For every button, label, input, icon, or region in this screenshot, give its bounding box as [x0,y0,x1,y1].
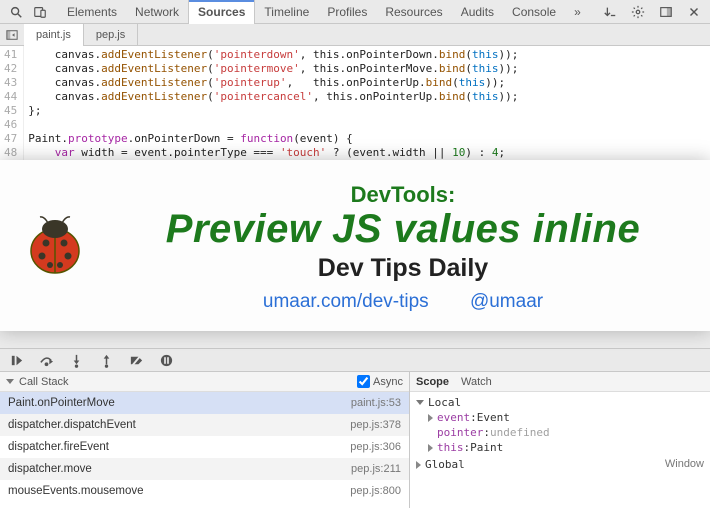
scope-tabs: Scope Watch [410,372,710,392]
chevron-right-icon [428,444,433,452]
dock-icon[interactable] [654,1,678,23]
chevron-down-icon [416,400,424,405]
stack-location: paint.js:53 [351,397,401,409]
stack-fn: dispatcher.fireEvent [8,441,109,453]
code-lines: canvas.addEventListener('pointerdown', t… [24,46,701,176]
file-tab-bar: paint.js pep.js [0,24,710,46]
promo-link-handle[interactable]: @umaar [470,291,543,312]
deactivate-breakpoints-icon[interactable] [124,349,148,371]
scope-body: Local event: Event pointer: undefined th… [410,392,710,475]
async-label: Async [373,376,403,388]
tab-timeline[interactable]: Timeline [255,0,318,24]
scope-global-value: Window [665,457,704,472]
stack-fn: dispatcher.dispatchEvent [8,419,136,431]
drawer-toggle-icon[interactable] [598,1,622,23]
tab-elements[interactable]: Elements [58,0,126,24]
tab-profiles[interactable]: Profiles [318,0,376,24]
chevron-down-icon [6,379,14,384]
scope-global-label: Global [425,457,465,472]
devtools-topbar: Elements Network Sources Timeline Profil… [0,0,710,24]
stack-location: pep.js:800 [350,485,401,497]
scope-prop-value: Event [477,410,510,425]
tab-resources[interactable]: Resources [376,0,451,24]
callstack-pane: Call Stack Async Paint.onPointerMove pai… [0,372,410,508]
step-into-icon[interactable] [64,349,88,371]
tab-watch[interactable]: Watch [461,376,492,388]
step-out-icon[interactable] [94,349,118,371]
main-tabs: Elements Network Sources Timeline Profil… [58,0,590,24]
promo-link-site[interactable]: umaar.com/dev-tips [263,291,429,312]
tab-overflow[interactable]: » [565,0,590,24]
callstack-title: Call Stack [19,376,69,388]
file-tab-pep[interactable]: pep.js [84,24,138,46]
ladybug-icon [20,211,90,284]
gear-icon[interactable] [626,1,650,23]
resume-icon[interactable] [4,349,28,371]
device-icon[interactable] [28,1,52,23]
close-icon[interactable] [682,1,706,23]
promo-eyebrow: DevTools: [116,182,690,208]
async-checkbox[interactable]: Async [357,375,403,388]
tab-audits[interactable]: Audits [452,0,503,24]
scope-prop-value: Paint [470,440,503,455]
tab-sources[interactable]: Sources [188,0,255,24]
stack-location: pep.js:306 [350,441,401,453]
callstack-header[interactable]: Call Stack Async [0,372,409,392]
stack-frame[interactable]: dispatcher.dispatchEvent pep.js:378 [0,414,409,436]
scope-entry[interactable]: event: Event [416,410,704,425]
promo-title: Preview JS values inline [116,208,690,250]
stack-frame[interactable]: dispatcher.fireEvent pep.js:306 [0,436,409,458]
stack-fn: dispatcher.move [8,463,92,475]
tab-scope[interactable]: Scope [416,376,449,388]
scope-local-label: Local [428,395,461,410]
scope-entry[interactable]: pointer: undefined [416,425,704,440]
pause-on-exceptions-icon[interactable] [154,349,178,371]
stack-fn: mouseEvents.mousemove [8,485,144,497]
stack-location: pep.js:378 [350,419,401,431]
stack-frame[interactable]: dispatcher.move pep.js:211 [0,458,409,480]
chevron-right-icon [428,414,433,422]
navigator-toggle-icon[interactable] [2,25,22,45]
promo-overlay: DevTools: Preview JS values inline Dev T… [0,160,710,331]
tab-network[interactable]: Network [126,0,188,24]
scope-global[interactable]: Global Window [416,457,704,472]
code-editor[interactable]: 414243444546474849 canvas.addEventListen… [0,46,710,176]
chevron-right-icon [416,461,421,469]
scope-entry[interactable]: this: Paint [416,440,704,455]
promo-links: umaar.com/dev-tips @umaar [116,291,690,313]
tab-console[interactable]: Console [503,0,565,24]
step-over-icon[interactable] [34,349,58,371]
stack-frame[interactable]: mouseEvents.mousemove pep.js:800 [0,480,409,502]
scope-prop-name: this [437,440,464,455]
scope-prop-name: pointer [437,425,483,440]
line-gutter: 414243444546474849 [0,46,24,176]
bottom-panes: Call Stack Async Paint.onPointerMove pai… [0,372,710,508]
scope-prop-name: event [437,410,470,425]
scope-prop-value: undefined [490,425,550,440]
search-icon[interactable] [4,1,28,23]
promo-subtitle: Dev Tips Daily [116,254,690,283]
stack-location: pep.js:211 [351,463,401,475]
file-tab-paint[interactable]: paint.js [24,24,84,46]
stack-fn: Paint.onPointerMove [8,397,115,409]
callstack-rows: Paint.onPointerMove paint.js:53 dispatch… [0,392,409,508]
scope-local[interactable]: Local [416,395,704,410]
scope-pane: Scope Watch Local event: Event pointer: … [410,372,710,508]
stack-frame[interactable]: Paint.onPointerMove paint.js:53 [0,392,409,414]
async-checkbox-input[interactable] [357,375,370,388]
debug-toolbar [0,348,710,372]
